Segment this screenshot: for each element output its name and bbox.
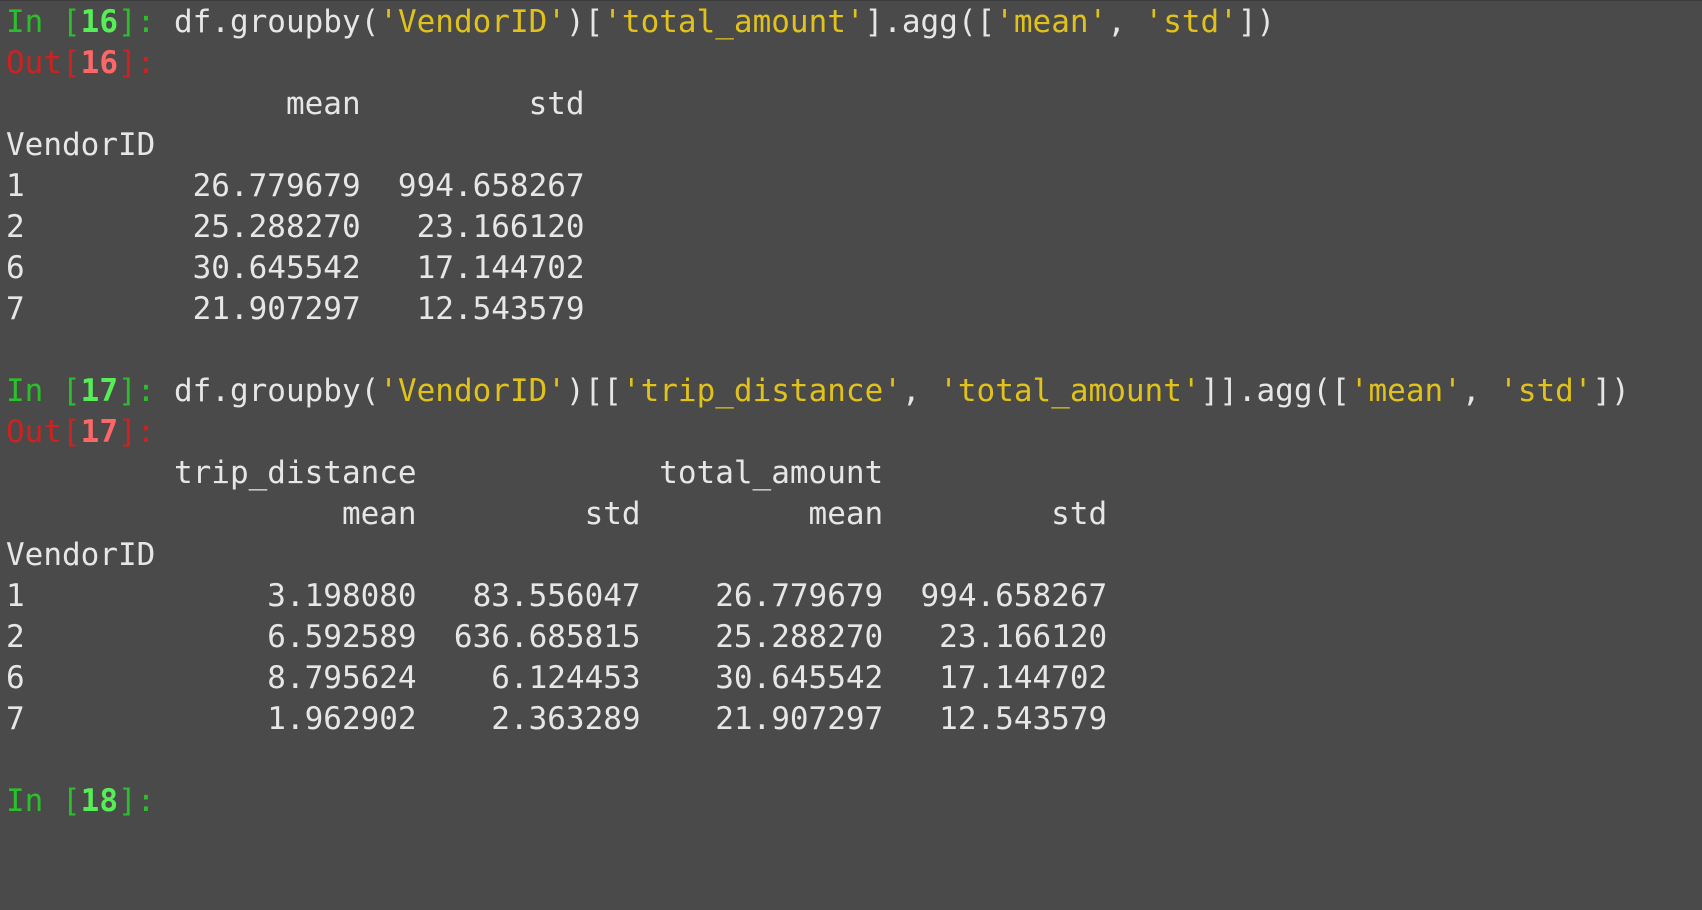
code-token: ]) — [1237, 4, 1276, 40]
output-text: mean std mean std — [6, 496, 1108, 532]
in-prompt-label: In [ — [6, 783, 81, 819]
output-table-row: mean std — [6, 84, 585, 125]
out-prompt-suffix: ]: — [117, 414, 156, 450]
output-text: 6 8.795624 6.124453 30.645542 17.144702 — [6, 660, 1108, 696]
out-prompt-number: 16 — [80, 45, 118, 81]
output-table-row: 6 8.795624 6.124453 30.645542 17.144702 — [6, 658, 1107, 699]
output-table-row: 2 25.288270 23.166120 — [6, 207, 585, 248]
output-table-row: 7 1.962902 2.363289 21.907297 12.543579 — [6, 699, 1107, 740]
input-line[interactable]: In [16]: df.groupby('VendorID')['total_a… — [6, 2, 1275, 43]
output-table-row: VendorID — [6, 535, 155, 576]
in-prompt-label: In [ — [6, 4, 81, 40]
code-string-token: 'mean' — [1349, 373, 1462, 409]
output-text: 6 30.645542 17.144702 — [6, 250, 585, 286]
code-string-token: 'VendorID' — [379, 373, 566, 409]
output-table-row: 2 6.592589 636.685815 25.288270 23.16612… — [6, 617, 1107, 658]
output-table-row: trip_distance total_amount — [6, 453, 883, 494]
code-token: )[[ — [565, 373, 622, 409]
in-prompt-number: 18 — [80, 783, 118, 819]
output-text: mean std — [6, 86, 585, 122]
code-token: )[ — [565, 4, 604, 40]
code-string-token: 'mean' — [995, 4, 1108, 40]
code-string-token: 'VendorID' — [379, 4, 566, 40]
in-prompt-suffix: ]: — [117, 783, 174, 819]
in-prompt-suffix: ]: — [117, 373, 174, 409]
in-prompt-number: 16 — [80, 4, 118, 40]
in-prompt-number: 17 — [80, 373, 118, 409]
in-prompt-suffix: ]: — [117, 4, 174, 40]
code-token: df.groupby( — [173, 373, 380, 409]
output-text: trip_distance total_amount — [6, 455, 884, 491]
in-prompt-label: In [ — [6, 373, 81, 409]
output-table-row: VendorID — [6, 125, 155, 166]
output-text: 2 6.592589 636.685815 25.288270 23.16612… — [6, 619, 1108, 655]
out-prompt-suffix: ]: — [117, 45, 156, 81]
output-text: 2 25.288270 23.166120 — [6, 209, 585, 245]
input-line[interactable]: In [18]: — [6, 781, 174, 822]
output-text: VendorID — [6, 537, 156, 573]
ipython-terminal[interactable]: In [16]: df.groupby('VendorID')['total_a… — [0, 0, 1702, 910]
output-text: 7 1.962902 2.363289 21.907297 12.543579 — [6, 701, 1108, 737]
code-string-token: 'total_amount' — [603, 4, 865, 40]
input-line[interactable]: In [17]: df.groupby('VendorID')[['trip_d… — [6, 371, 1630, 412]
output-text: VendorID — [6, 127, 156, 163]
output-table-row: 1 3.198080 83.556047 26.779679 994.65826… — [6, 576, 1107, 617]
code-token: , — [901, 373, 940, 409]
code-token: , — [1461, 373, 1500, 409]
out-prompt-label: Out[ — [6, 414, 81, 450]
out-prompt-number: 17 — [80, 414, 118, 450]
code-token: df.groupby( — [173, 4, 380, 40]
output-text: 1 3.198080 83.556047 26.779679 994.65826… — [6, 578, 1108, 614]
code-token: ]) — [1592, 373, 1630, 409]
code-token: ].agg([ — [864, 4, 996, 40]
output-text: 1 26.779679 994.658267 — [6, 168, 585, 204]
output-text: 7 21.907297 12.543579 — [6, 291, 585, 327]
code-string-token: 'std' — [1144, 4, 1238, 40]
code-token: ]].agg([ — [1200, 373, 1350, 409]
output-table-row: mean std mean std — [6, 494, 1107, 535]
code-string-token: 'std' — [1499, 373, 1593, 409]
code-string-token: 'trip_distance' — [621, 373, 902, 409]
code-string-token: 'total_amount' — [939, 373, 1201, 409]
output-table-row: 1 26.779679 994.658267 — [6, 166, 585, 207]
out-prompt-label: Out[ — [6, 45, 81, 81]
output-table-row: 7 21.907297 12.543579 — [6, 289, 585, 330]
code-token: , — [1107, 4, 1145, 40]
output-prompt-line: Out[16]: — [6, 43, 155, 84]
output-prompt-line: Out[17]: — [6, 412, 155, 453]
output-table-row: 6 30.645542 17.144702 — [6, 248, 585, 289]
